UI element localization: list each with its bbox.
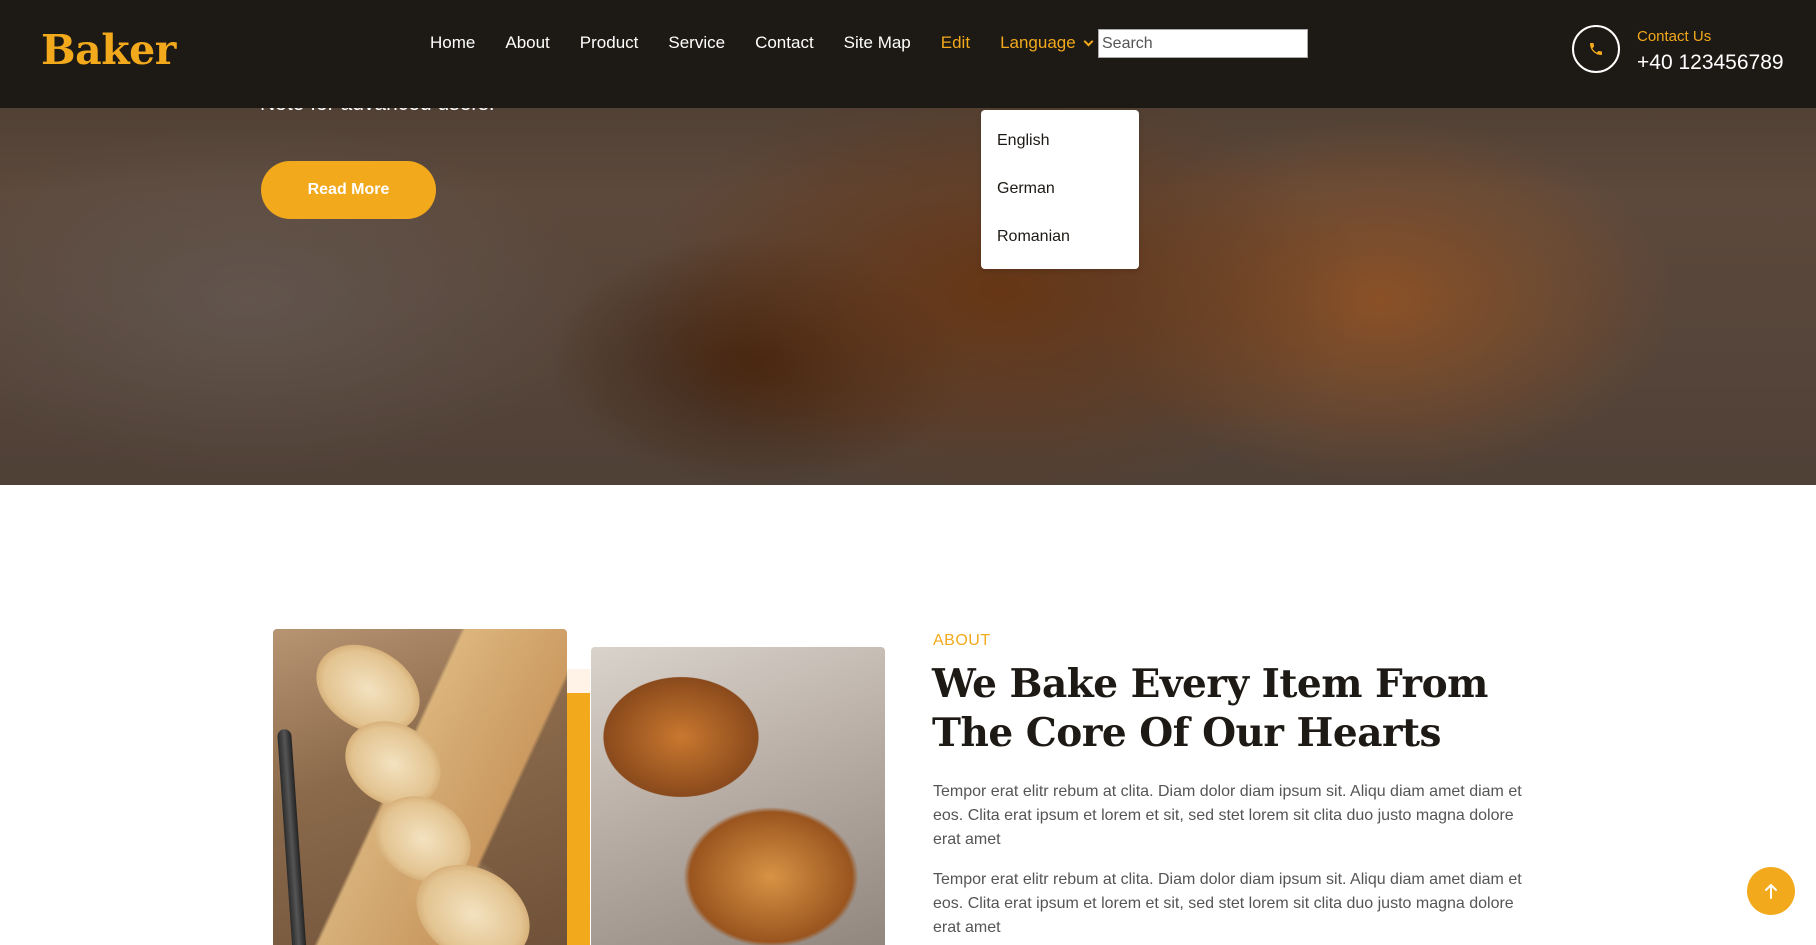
nav-contact[interactable]: Contact <box>755 33 814 53</box>
language-option-german[interactable]: German <box>981 170 1139 218</box>
language-option-romanian[interactable]: Romanian <box>981 218 1139 266</box>
nav-language-label: Language <box>1000 33 1076 52</box>
brand-logo[interactable]: Baker <box>41 26 176 74</box>
contact-phone-button[interactable] <box>1572 25 1620 73</box>
accent-bar <box>567 669 590 945</box>
phone-icon <box>1590 43 1602 55</box>
nav-about[interactable]: About <box>505 33 549 53</box>
nav-home[interactable]: Home <box>430 33 475 53</box>
language-dropdown-menu: English German Romanian <box>981 110 1139 269</box>
knife-graphic <box>276 728 308 945</box>
contact-phone[interactable]: +40 123456789 <box>1637 51 1784 75</box>
navbar: Baker Home About Product Service Contact… <box>0 0 1816 108</box>
croissant-image <box>591 647 885 945</box>
nav-language-toggle[interactable]: Language <box>1000 33 1094 53</box>
about-paragraph-2: Tempor erat elitr rebum at clita. Diam d… <box>933 871 1522 936</box>
search-input[interactable] <box>1098 29 1308 58</box>
about-label: ABOUT <box>933 632 991 649</box>
nav-edit[interactable]: Edit <box>941 33 970 53</box>
about-paragraph-1: Tempor erat elitr rebum at clita. Diam d… <box>933 783 1522 848</box>
about-title: We Bake Every Item From The Core Of Our … <box>932 661 1488 756</box>
language-option-english[interactable]: English <box>981 122 1139 170</box>
read-more-button[interactable]: Read More <box>261 161 436 219</box>
main-nav: Home About Product Service Contact Site … <box>430 33 1106 53</box>
contact-label: Contact Us <box>1637 28 1712 45</box>
nav-service[interactable]: Service <box>668 33 725 53</box>
nav-product[interactable]: Product <box>580 33 639 53</box>
accent-bar-top <box>567 669 590 693</box>
back-to-top-button[interactable] <box>1747 867 1795 915</box>
bread-slices-image <box>273 629 567 945</box>
chevron-down-icon <box>1083 36 1094 46</box>
arrow-up-icon <box>1765 884 1777 899</box>
nav-site-map[interactable]: Site Map <box>844 33 911 53</box>
